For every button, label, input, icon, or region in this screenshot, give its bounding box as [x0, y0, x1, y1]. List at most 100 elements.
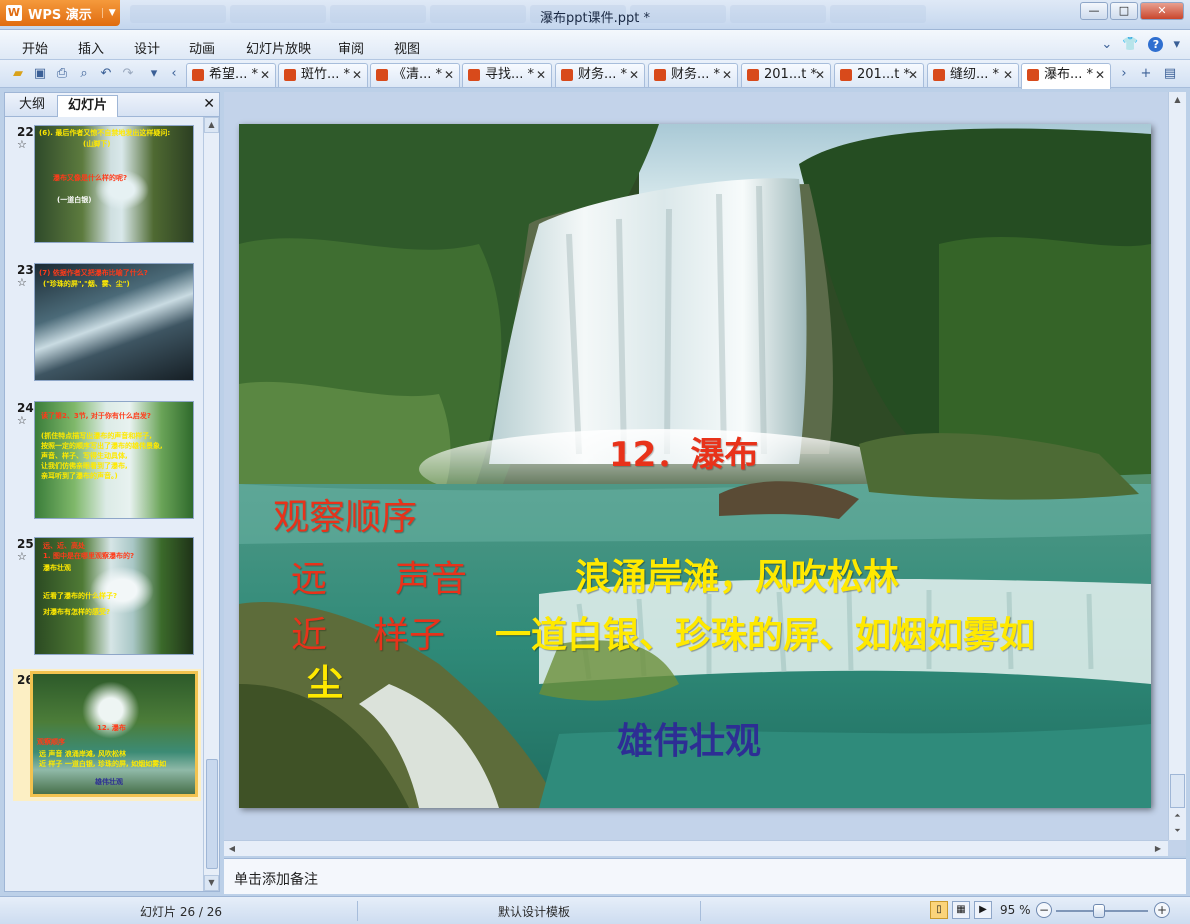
- thumbnail-scrollbar[interactable]: ▲ ▼: [203, 117, 219, 891]
- scroll-down-icon[interactable]: ▼: [204, 875, 219, 891]
- window-controls: — □ ✕: [1080, 2, 1184, 20]
- print-preview-icon[interactable]: ⌕: [76, 66, 92, 82]
- scroll-thumb[interactable]: [1170, 774, 1185, 808]
- doc-tab[interactable]: 斑竹... * ✕: [278, 63, 368, 87]
- doc-tab[interactable]: 缝纫... * ✕: [927, 63, 1019, 87]
- scroll-up-icon[interactable]: ▲: [1170, 92, 1185, 107]
- observation-order-heading: 观察顺序: [273, 497, 418, 538]
- design-template: 默认设计模板: [498, 905, 571, 919]
- previous-slide-icon[interactable]: ⏶: [1170, 808, 1185, 823]
- slide-thumbnail-24[interactable]: 读了第2、3节, 对于你有什么启发? (抓住特点描写出瀑布的声音和样子, 按照一…: [34, 401, 194, 519]
- ppt-file-icon: [747, 69, 759, 81]
- print-icon[interactable]: ⎙: [54, 66, 70, 82]
- collapse-ribbon-icon[interactable]: ⌄: [1101, 37, 1112, 52]
- menu-design[interactable]: 设计: [134, 38, 160, 57]
- menu-insert[interactable]: 插入: [78, 38, 104, 57]
- quick-toolbar: ▰ ▣ ⎙ ⌕ ↶ ↷ ▾ ‹ 希望... * ✕ 斑竹... * ✕ 《清... …: [0, 60, 1190, 89]
- animation-star-icon: ☆: [17, 550, 27, 563]
- look-description: 一道白银、珍珠的屏、如烟如雾如: [495, 615, 1036, 656]
- scroll-left-icon[interactable]: ◀: [224, 841, 240, 856]
- ppt-file-icon: [192, 69, 204, 81]
- slide-thumbnail-25[interactable]: 远、近、高处 1. 图中是在哪里观察瀑布的? 瀑布壮观 近看了瀑布的什么样子? …: [34, 537, 194, 655]
- thumbnail-number: 25: [17, 537, 34, 551]
- menu-animation[interactable]: 动画: [189, 38, 215, 57]
- ppt-file-icon: [933, 69, 945, 81]
- toolbar-dropdown-icon[interactable]: ▾: [146, 66, 162, 82]
- zoom-in-icon[interactable]: +: [1154, 902, 1170, 918]
- tab-close-icon[interactable]: ✕: [1003, 64, 1013, 86]
- scroll-right-icon[interactable]: ▶: [1150, 841, 1166, 856]
- tab-close-icon[interactable]: ✕: [908, 64, 918, 86]
- tab-slides[interactable]: 幻灯片: [57, 95, 119, 117]
- current-slide[interactable]: 12．瀑布 观察顺序 远 声音 浪涌岸滩，风吹松林 近 样子 一道白银、珍珠的屏…: [239, 124, 1151, 808]
- tabs-scroll-left-icon[interactable]: ‹: [166, 66, 182, 82]
- slide-title: 12．瀑布: [609, 435, 759, 475]
- doc-tab-active[interactable]: 瀑布... * ✕: [1021, 63, 1111, 89]
- tab-close-icon[interactable]: ✕: [815, 64, 825, 86]
- slide-editor: 12．瀑布 观察顺序 远 声音 浪涌岸滩，风吹松林 近 样子 一道白银、珍珠的屏…: [224, 92, 1186, 856]
- slide-counter: 幻灯片 26 / 26: [140, 905, 223, 919]
- tab-close-icon[interactable]: ✕: [722, 64, 732, 86]
- menu-review[interactable]: 审阅: [338, 38, 364, 57]
- undo-icon[interactable]: ↶: [98, 66, 114, 82]
- animation-star-icon: ☆: [17, 138, 27, 151]
- tab-list-icon[interactable]: ▤: [1162, 66, 1178, 82]
- slide-sorter-view-button[interactable]: ▦: [952, 901, 970, 919]
- normal-view-button[interactable]: ▯: [930, 901, 948, 919]
- tab-close-icon[interactable]: ✕: [629, 64, 639, 86]
- menu-bar: 开始 插入 设计 动画 幻灯片放映 审阅 视图 ⌄ 👕 ? ▾: [0, 30, 1190, 60]
- close-pane-icon[interactable]: ✕: [203, 96, 215, 112]
- thumbnail-number: 24: [17, 401, 34, 415]
- tab-close-icon[interactable]: ✕: [260, 64, 270, 86]
- slide-horizontal-scrollbar[interactable]: ◀ ▶: [224, 840, 1168, 856]
- tab-close-icon[interactable]: ✕: [1095, 64, 1105, 86]
- slide-vertical-scrollbar[interactable]: ▲ ⏶ ⏷: [1168, 92, 1186, 840]
- animation-star-icon: ☆: [17, 414, 27, 427]
- doc-tab[interactable]: 201...t * ✕: [834, 63, 924, 87]
- skin-shirt-icon[interactable]: 👕: [1122, 37, 1138, 52]
- zoom-out-icon[interactable]: −: [1036, 902, 1052, 918]
- zoom-slider-knob[interactable]: [1093, 904, 1105, 918]
- redo-icon[interactable]: ↷: [120, 66, 136, 82]
- doc-tab[interactable]: 财务... * ✕: [555, 63, 645, 87]
- slide-thumbnail-23[interactable]: (7) 依据作者又把瀑布比喻了什么? ("珍珠的屏","烟、雾、尘"): [34, 263, 194, 381]
- scroll-thumb[interactable]: [206, 759, 218, 869]
- look-label: 样子: [373, 615, 446, 656]
- next-slide-icon[interactable]: ⏷: [1170, 823, 1185, 838]
- scroll-up-icon[interactable]: ▲: [204, 117, 219, 133]
- maximize-button[interactable]: □: [1110, 2, 1138, 20]
- ppt-file-icon: [284, 69, 296, 81]
- help-icon[interactable]: ?: [1148, 37, 1164, 52]
- tab-outline[interactable]: 大纲: [9, 95, 55, 117]
- minimize-button[interactable]: —: [1080, 2, 1108, 20]
- doc-tab[interactable]: 寻找... * ✕: [462, 63, 552, 87]
- menu-slideshow[interactable]: 幻灯片放映: [246, 38, 311, 57]
- close-button[interactable]: ✕: [1140, 2, 1184, 20]
- menu-view[interactable]: 视图: [394, 38, 420, 57]
- notes-pane[interactable]: 单击添加备注: [224, 858, 1186, 894]
- slideshow-view-button[interactable]: ▶: [974, 901, 992, 919]
- menu-right-tools: ⌄ 👕 ? ▾: [1101, 37, 1180, 52]
- save-icon[interactable]: ▣: [32, 66, 48, 82]
- tab-close-icon[interactable]: ✕: [536, 64, 546, 86]
- ppt-file-icon: [376, 69, 388, 81]
- doc-tab[interactable]: 201...t * ✕: [741, 63, 831, 87]
- ppt-file-icon: [654, 69, 666, 81]
- pane-tabs: 大纲 幻灯片 ✕: [5, 93, 219, 117]
- doc-tab[interactable]: 希望... * ✕: [186, 63, 276, 87]
- ppt-file-icon: [468, 69, 480, 81]
- doc-tab[interactable]: 《清... * ✕: [370, 63, 460, 87]
- new-tab-plus-icon[interactable]: +: [1138, 66, 1154, 82]
- doc-tab[interactable]: 财务... * ✕: [648, 63, 738, 87]
- ppt-file-icon: [561, 69, 573, 81]
- menu-home[interactable]: 开始: [22, 38, 48, 57]
- window-title: 瀑布ppt课件.ppt *: [540, 11, 650, 26]
- slide-thumbnail-22[interactable]: (6). 最后作者又惊不自禁地发出这样疑问: (山脚下) 瀑布又像是什么样的呢?…: [34, 125, 194, 243]
- open-folder-icon[interactable]: ▰: [10, 66, 26, 82]
- tab-close-icon[interactable]: ✕: [352, 64, 362, 86]
- slide-thumbnail-26[interactable]: 12. 瀑布 观察顺序 远 声音 浪涌岸滩, 风吹松林 近 样子 一道白银, 珍…: [30, 671, 198, 797]
- help-dropdown-icon[interactable]: ▾: [1173, 37, 1180, 52]
- tab-close-icon[interactable]: ✕: [444, 64, 454, 86]
- slides-pane: 大纲 幻灯片 ✕ 22 ☆ (6). 最后作者又惊不自禁地发出这样疑问: (山脚…: [4, 92, 220, 892]
- tabs-scroll-right-icon[interactable]: ›: [1116, 66, 1132, 82]
